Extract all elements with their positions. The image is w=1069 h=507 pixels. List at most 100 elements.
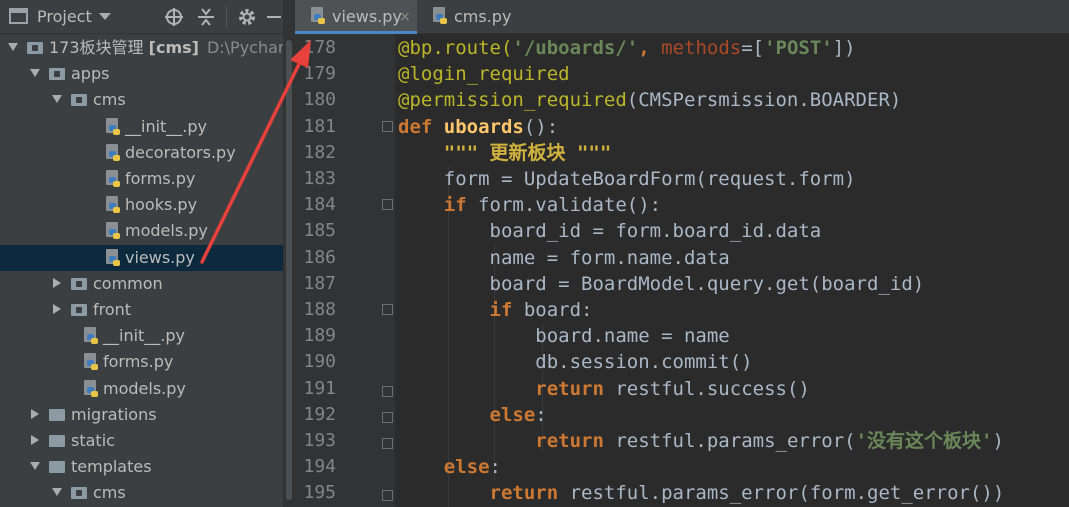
- gear-icon[interactable]: [237, 7, 257, 32]
- tree-item-decorators-py[interactable]: decorators.py: [0, 140, 283, 166]
- line-number: 184: [303, 194, 336, 216]
- tree-item-init-py[interactable]: __init__.py: [0, 323, 283, 349]
- tree-item-label: hooks.py: [125, 195, 198, 215]
- chevron-right-icon[interactable]: [31, 435, 39, 445]
- tree-item-label: apps: [71, 64, 110, 84]
- tree-item-label: common: [93, 273, 163, 293]
- fold-marker-icon[interactable]: [382, 435, 393, 449]
- close-icon[interactable]: ×: [399, 7, 411, 27]
- code-line[interactable]: name = form.name.data: [398, 245, 730, 271]
- code-line[interactable]: db.session.commit(): [398, 349, 752, 375]
- python-file-icon: [104, 196, 120, 214]
- code-line[interactable]: else:: [398, 454, 501, 480]
- line-number: 189: [303, 325, 336, 347]
- tree-item-init-py[interactable]: __init__.py: [0, 114, 283, 140]
- chevron-down-icon[interactable]: [30, 462, 40, 471]
- tree-item-label: migrations: [71, 404, 157, 424]
- line-number: 183: [303, 168, 336, 189]
- code-line[interactable]: @login_required: [398, 61, 570, 87]
- chevron-down-icon[interactable]: [30, 69, 40, 78]
- chevron-down-icon[interactable]: [8, 43, 18, 51]
- fold-marker-icon[interactable]: [382, 304, 393, 317]
- package-icon: [49, 68, 65, 81]
- tree-item-label: forms.py: [125, 169, 196, 188]
- line-number: 190: [303, 351, 336, 373]
- tab-label: cms.py: [454, 7, 512, 26]
- python-file-icon: [104, 143, 120, 162]
- fold-marker-icon[interactable]: [382, 487, 393, 502]
- fold-marker-icon[interactable]: [382, 199, 393, 212]
- fold-marker-icon[interactable]: [382, 120, 393, 134]
- tree-item-templates[interactable]: templates: [0, 454, 283, 480]
- tree-item-common[interactable]: common: [0, 271, 283, 297]
- code-line[interactable]: if board:: [398, 297, 593, 323]
- chevron-down-icon[interactable]: [52, 95, 62, 104]
- line-number: 195: [303, 482, 336, 504]
- code-line[interactable]: if form.validate():: [398, 192, 661, 218]
- tree-item-label: __init__.py: [125, 116, 208, 136]
- code-line[interactable]: """ 更新板块 """: [398, 140, 612, 166]
- chevron-right-icon[interactable]: [31, 408, 39, 419]
- tree-item-views-py[interactable]: views.py: [0, 244, 283, 271]
- python-file-icon: [431, 7, 447, 25]
- locate-icon[interactable]: [164, 7, 184, 32]
- code-line[interactable]: board_id = form.board_id.data: [398, 218, 822, 244]
- tree-item-migrations[interactable]: migrations: [0, 402, 283, 428]
- python-file-icon: [104, 170, 120, 188]
- collapse-icon[interactable]: [196, 7, 216, 32]
- code-line[interactable]: return restful.params_error(form.get_err…: [398, 480, 1005, 506]
- project-view-selector[interactable]: Project: [37, 7, 92, 27]
- dropdown-caret-icon[interactable]: [98, 6, 112, 31]
- code-line[interactable]: return restful.params_error('没有这个板块'): [398, 428, 1004, 454]
- chevron-down-icon[interactable]: [52, 488, 62, 497]
- fold-marker-icon[interactable]: [382, 383, 393, 397]
- header-divider: [226, 6, 227, 28]
- project-panel: Project 173板块管理 [cms]D:\PycharmPro apps cm…: [0, 0, 283, 507]
- tree-item-models-py[interactable]: models.py: [0, 218, 283, 244]
- line-number: 192: [303, 403, 336, 425]
- editor-tab-bar: views.py × cms.py: [295, 0, 1069, 34]
- tree-item-label: cms: [93, 90, 126, 110]
- line-number: 180: [303, 89, 336, 111]
- line-number: 178: [303, 37, 336, 58]
- tree-item-apps[interactable]: apps: [0, 61, 283, 87]
- code-line[interactable]: return restful.success(): [398, 376, 810, 402]
- line-number: 186: [303, 246, 336, 268]
- tree-item-static[interactable]: static: [0, 428, 283, 454]
- code-line[interactable]: @permission_required(CMSPersmission.BOAR…: [398, 87, 901, 113]
- tab-label: views.py: [332, 7, 402, 26]
- line-number: 187: [303, 272, 336, 294]
- minimize-icon[interactable]: [266, 7, 282, 32]
- python-file-icon: [104, 248, 120, 267]
- folder-icon: [27, 42, 43, 54]
- tree-item-front[interactable]: front: [0, 297, 283, 323]
- tree-item-label: forms.py: [103, 352, 174, 372]
- line-number: 181: [303, 115, 336, 137]
- tree-item-forms-py[interactable]: forms.py: [0, 349, 283, 375]
- tree-item-models-py[interactable]: models.py: [0, 376, 283, 402]
- project-panel-header: Project: [0, 0, 283, 34]
- code-line[interactable]: board = BoardModel.query.get(board_id): [398, 271, 925, 297]
- tree-item-label: static: [71, 431, 115, 450]
- code-line[interactable]: form = UpdateBoardForm(request.form): [398, 166, 856, 192]
- code-line[interactable]: board.name = name: [398, 323, 729, 349]
- tree-item-hooks-py[interactable]: hooks.py: [0, 192, 283, 218]
- tree-item-label: views.py: [125, 247, 195, 267]
- fold-marker-icon[interactable]: [382, 409, 393, 423]
- python-file-icon: [82, 379, 98, 398]
- tab-views-py[interactable]: views.py ×: [295, 0, 417, 34]
- code-line[interactable]: @bp.route('/uboards/', methods=['POST']): [398, 35, 856, 61]
- code-line[interactable]: else:: [398, 402, 547, 428]
- tree-item-cms[interactable]: cms: [0, 480, 283, 506]
- line-number: 188: [303, 299, 336, 320]
- project-icon: [9, 7, 29, 30]
- tree-item-forms-py[interactable]: forms.py: [0, 166, 283, 192]
- package-icon: [71, 94, 87, 107]
- tab-cms-py[interactable]: cms.py: [418, 0, 528, 34]
- tree-item-cms[interactable]: cms: [0, 87, 283, 113]
- tree-item-173[interactable]: 173板块管理 [cms]D:\PycharmPro: [0, 35, 283, 61]
- chevron-right-icon[interactable]: [53, 304, 61, 314]
- project-scroll-thumb[interactable]: [286, 40, 292, 500]
- chevron-right-icon[interactable]: [53, 277, 61, 288]
- code-line[interactable]: def uboards():: [398, 114, 558, 140]
